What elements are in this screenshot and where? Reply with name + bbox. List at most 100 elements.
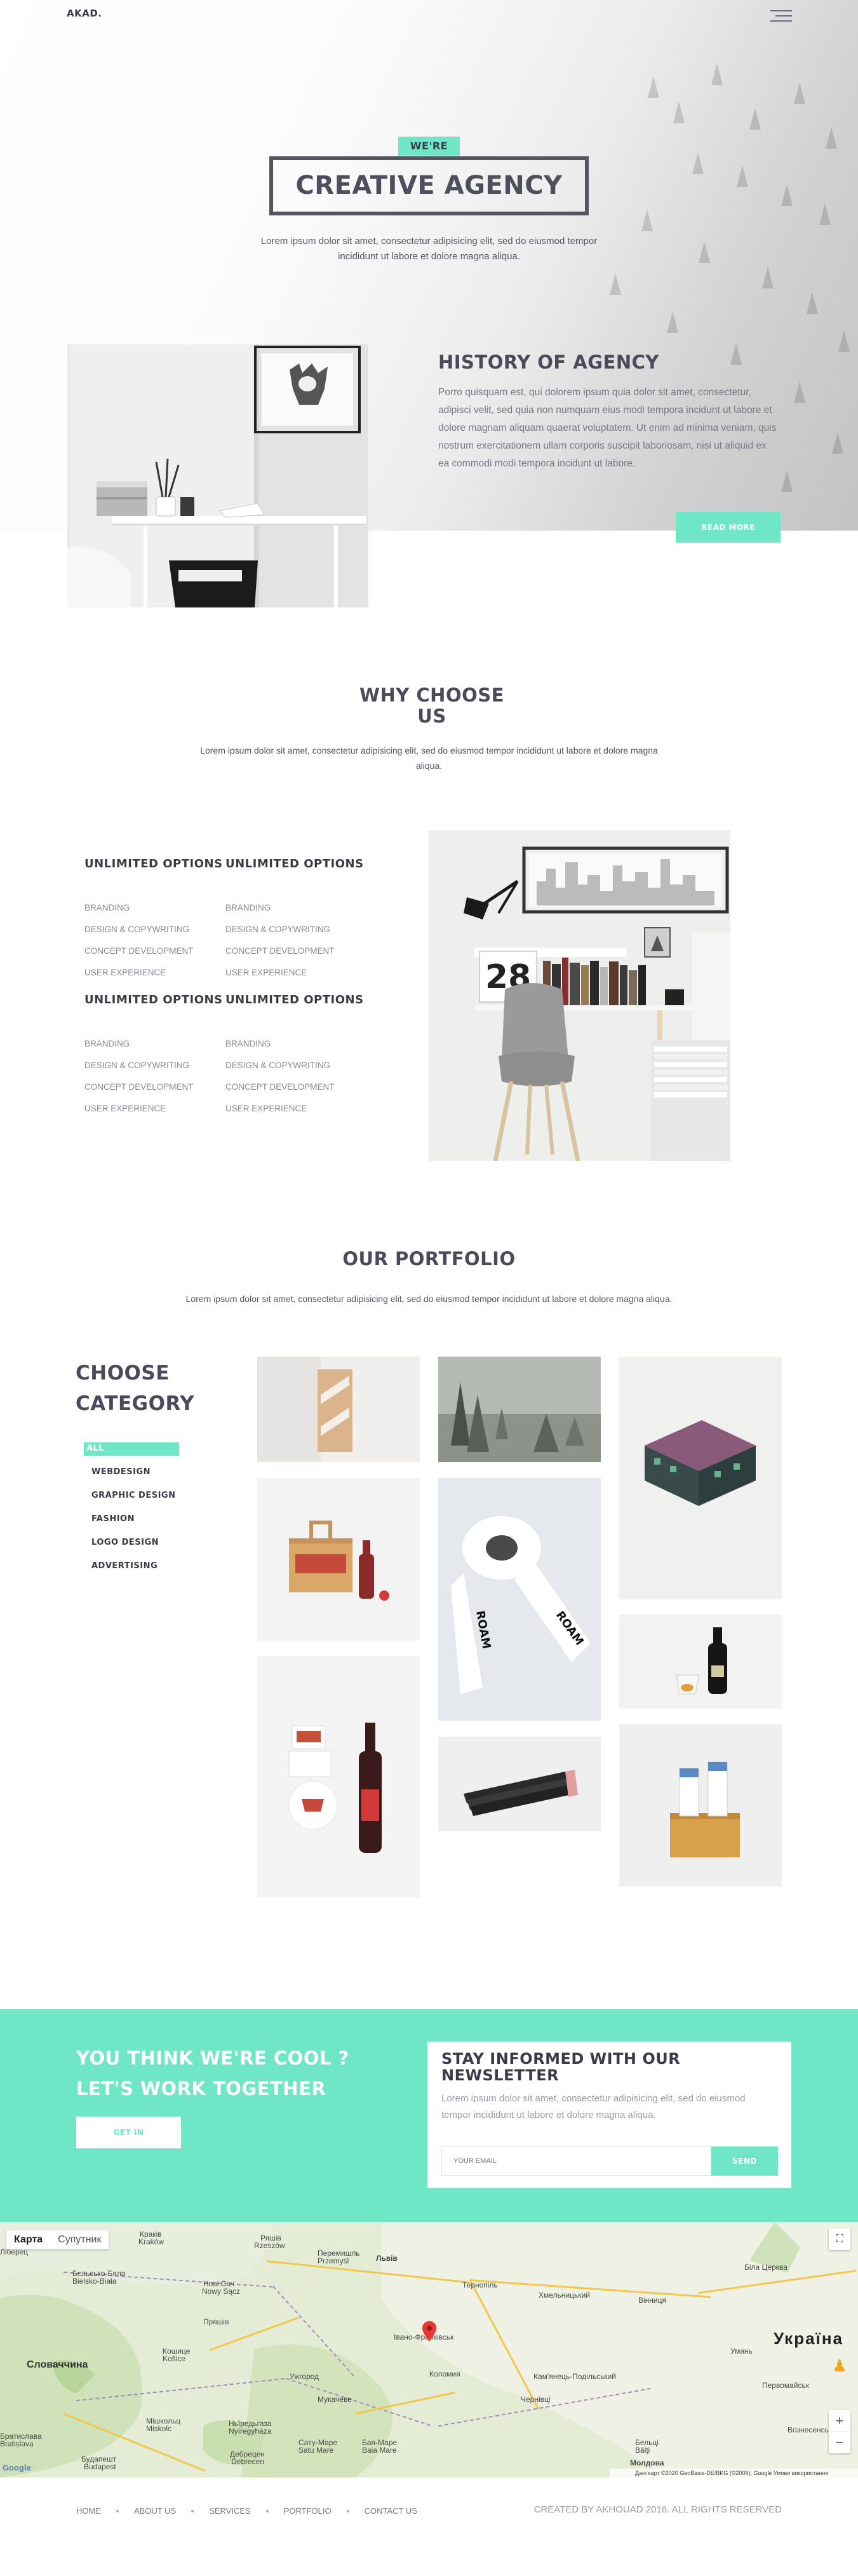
tree-decoration: [641, 210, 653, 231]
category-fashion[interactable]: FASHION: [84, 1513, 179, 1536]
tree-decoration: [781, 184, 793, 206]
category-title: CHOOSE CATEGORY: [76, 1358, 194, 1419]
portfolio-tile-card[interactable]: [257, 1357, 420, 1462]
hero-badge: WE'RE: [398, 137, 460, 156]
option-item[interactable]: CONCEPT DEVELOPMENT: [84, 1076, 224, 1098]
tree-decoration: [711, 64, 723, 85]
options-heading: UNLIMITED OPTIONS: [225, 993, 364, 1007]
box-image: [619, 1357, 782, 1599]
map-city-label: Budapest: [84, 2462, 116, 2471]
copyright: CREATED BY AKHOUAD 2016. ALL RIGHTS RESE…: [533, 2504, 782, 2515]
footer-link-portfolio[interactable]: PORTFOLIO: [284, 2506, 332, 2516]
map-city-label: Первомайськ: [762, 2381, 810, 2390]
logo[interactable]: AKAD.: [67, 8, 102, 19]
option-item[interactable]: USER EXPERIENCE: [225, 1098, 365, 1120]
options-group: UNLIMITED OPTIONS BRANDING DESIGN & COPY…: [84, 993, 224, 1120]
forest-image: [438, 1357, 601, 1462]
options-group: UNLIMITED OPTIONS BRANDING DESIGN & COPY…: [225, 857, 365, 984]
tree-decoration: [730, 343, 742, 365]
nav-separator: [346, 2509, 349, 2512]
portfolio-tile-bottles[interactable]: [257, 1478, 420, 1641]
category-logo-design[interactable]: LOGO DESIGN: [84, 1536, 179, 1560]
map-city-label: Ужгород: [290, 2372, 319, 2381]
option-item[interactable]: USER EXPERIENCE: [84, 1098, 224, 1120]
map-city-label: Мукачеве: [318, 2395, 352, 2404]
tree-decoration: [667, 311, 678, 333]
email-field[interactable]: [441, 2146, 711, 2176]
zoom-in-icon[interactable]: +: [829, 2410, 850, 2432]
options-heading: UNLIMITED OPTIONS: [84, 993, 223, 1007]
tape-image: ROAM ROAM: [438, 1478, 601, 1721]
footer-link-services[interactable]: SERVICES: [209, 2506, 251, 2516]
cta-title: YOU THINK WE'RE COOL ? LET'S WORK TOGETH…: [76, 2043, 349, 2104]
portfolio-tile-bottle[interactable]: [619, 1615, 782, 1709]
map-city-label: Kraków: [138, 2237, 164, 2246]
portfolio-tile-tape[interactable]: ROAM ROAM: [438, 1478, 601, 1721]
category-list: ALL WEBDESIGN GRAPHIC DESIGN FASHION LOG…: [84, 1442, 179, 1583]
map-type-tabs: Карта Супутник: [6, 2230, 109, 2249]
send-button[interactable]: SEND: [711, 2146, 778, 2176]
tree-decoration: [737, 165, 748, 187]
tree-decoration: [749, 108, 761, 130]
footer-link-about[interactable]: ABOUT US: [134, 2506, 176, 2516]
map-pin-icon[interactable]: [422, 2321, 436, 2342]
option-item[interactable]: DESIGN & COPYWRITING: [84, 1055, 224, 1076]
map-city-label: Вознесенськ: [788, 2425, 833, 2434]
hamburger-menu-icon[interactable]: [770, 9, 792, 23]
map-country-label: Україна: [774, 2329, 844, 2348]
option-item[interactable]: BRANDING: [225, 1033, 365, 1055]
history-photo: [67, 344, 368, 607]
option-item[interactable]: USER EXPERIENCE: [84, 962, 224, 984]
portfolio-title: OUR PORTFOLIO: [318, 1248, 540, 1270]
why-text: Lorem ipsum dolor sit amet, consectetur …: [200, 745, 658, 771]
nav-separator: [191, 2509, 194, 2512]
menu-line: [775, 15, 792, 17]
footer-link-home[interactable]: HOME: [76, 2506, 101, 2516]
option-item[interactable]: BRANDING: [225, 897, 365, 919]
fullscreen-icon[interactable]: ⛶: [829, 2228, 850, 2250]
footer-link-contact[interactable]: CONTACT US: [365, 2506, 417, 2516]
tree-decoration: [838, 330, 850, 352]
hero-text: Lorem ipsum dolor sit amet, consectetur …: [260, 236, 598, 262]
options-group: UNLIMITED OPTIONS BRANDING DESIGN & COPY…: [84, 857, 224, 984]
why-title-line2: US: [417, 705, 446, 727]
option-item[interactable]: CONCEPT DEVELOPMENT: [225, 940, 365, 962]
menu-line: [770, 20, 792, 22]
option-item[interactable]: BRANDING: [84, 1033, 224, 1055]
map-country-label: Молдова: [630, 2458, 664, 2467]
map-attribution[interactable]: Дані карт ©2020 GeoBasis-DE/BKG (©2009),…: [610, 2469, 858, 2478]
read-more-button[interactable]: READ MORE: [676, 512, 781, 543]
portfolio-tile-box[interactable]: [619, 1357, 782, 1599]
option-item[interactable]: DESIGN & COPYWRITING: [225, 919, 365, 940]
portfolio-tile-pencils[interactable]: [438, 1737, 601, 1831]
option-item[interactable]: DESIGN & COPYWRITING: [84, 919, 224, 940]
get-in-button[interactable]: GET IN: [76, 2117, 181, 2148]
history-title-text: HISTORY OF AGENCY: [438, 351, 659, 373]
nav-separator: [265, 2509, 269, 2512]
option-item[interactable]: CONCEPT DEVELOPMENT: [84, 940, 224, 962]
map-city-label: Debrecen: [231, 2457, 265, 2466]
zoom-out-icon[interactable]: −: [829, 2432, 850, 2453]
options-heading: UNLIMITED OPTIONS: [225, 857, 364, 871]
tree-decoration: [610, 273, 621, 295]
map-tab-map[interactable]: Карта: [6, 2230, 50, 2249]
option-item[interactable]: BRANDING: [84, 897, 224, 919]
option-item[interactable]: USER EXPERIENCE: [225, 962, 365, 984]
map-tab-satellite[interactable]: Супутник: [50, 2230, 109, 2249]
option-item[interactable]: DESIGN & COPYWRITING: [225, 1055, 365, 1076]
category-webdesign[interactable]: WEBDESIGN: [84, 1466, 179, 1489]
google-map[interactable]: Краків Kraków Ряшів Rzeszów Перемишль Pr…: [0, 2222, 858, 2478]
map-city-label: Пряшів: [203, 2317, 229, 2326]
pegman-icon[interactable]: ♟: [829, 2355, 850, 2376]
map-city-label: Умань: [730, 2347, 753, 2356]
category-all[interactable]: ALL: [84, 1442, 179, 1456]
portfolio-tile-forest[interactable]: [438, 1357, 601, 1462]
tree-decoration: [673, 102, 685, 123]
portfolio-tile-cartons[interactable]: [619, 1724, 782, 1887]
portfolio-tile-beer[interactable]: [257, 1656, 420, 1897]
bottle-image: [619, 1615, 782, 1709]
option-item[interactable]: CONCEPT DEVELOPMENT: [225, 1076, 365, 1098]
category-graphic-design[interactable]: GRAPHIC DESIGN: [84, 1489, 179, 1513]
category-advertising[interactable]: ADVERTISING: [84, 1560, 179, 1583]
map-city-label: Nyíregyháza: [229, 2427, 272, 2436]
